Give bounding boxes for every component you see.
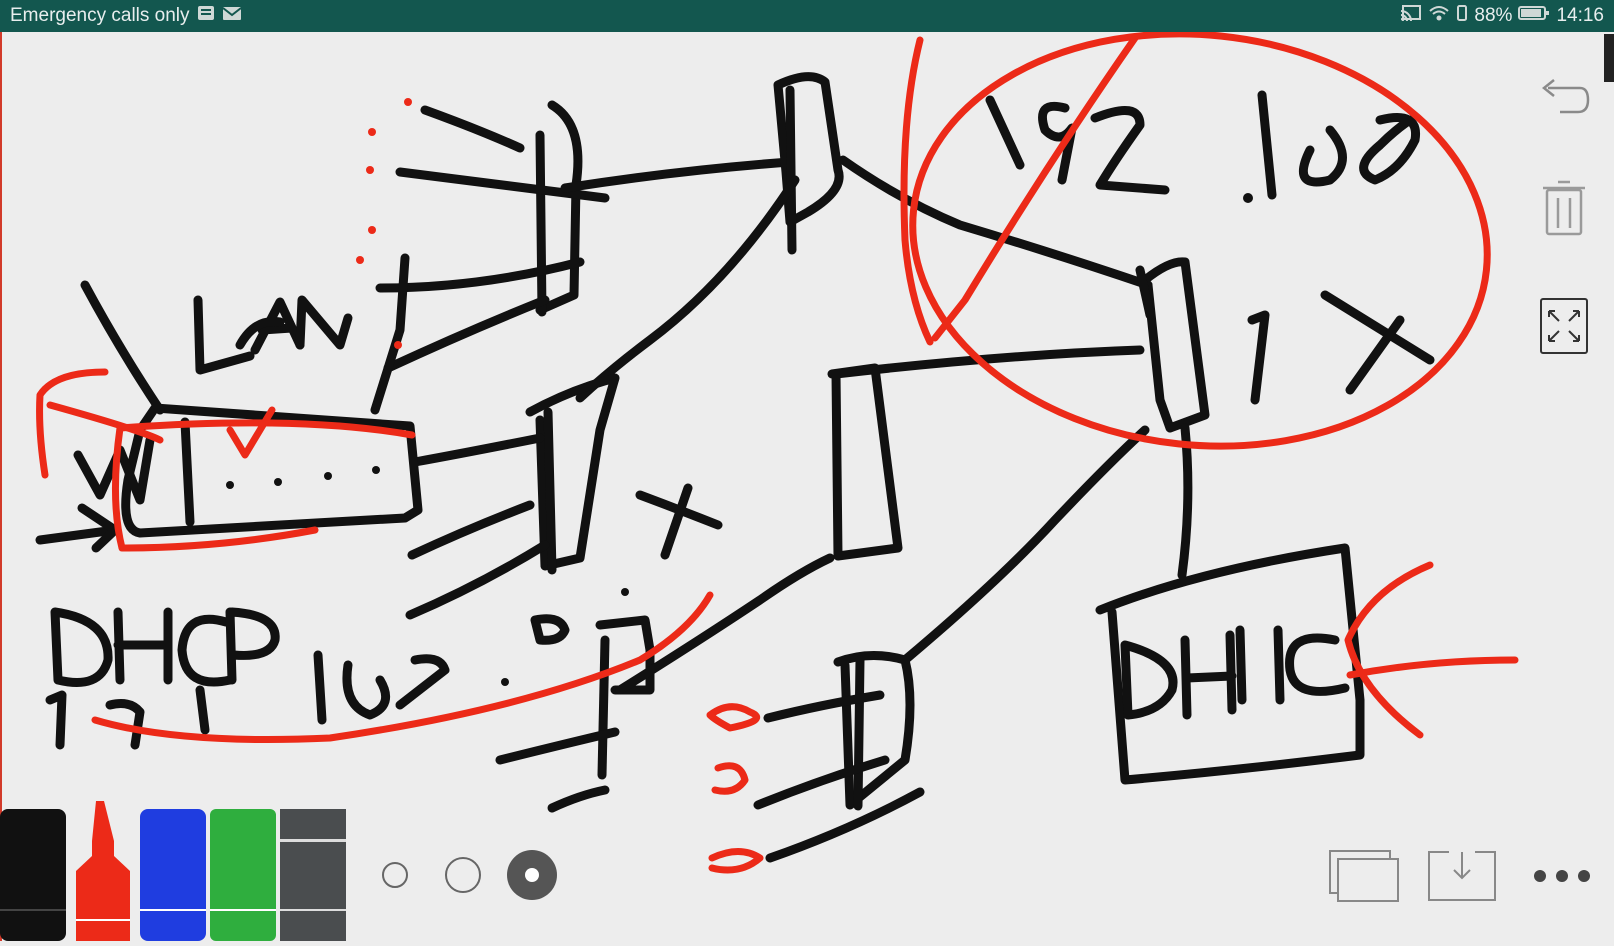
status-bar-right: 88% 14:16 [1400, 4, 1604, 28]
stroke-size-medium[interactable] [445, 857, 481, 893]
whiteboard-drawing [35, 32, 1519, 874]
vibrate-icon [1456, 4, 1468, 28]
delete-button[interactable] [1536, 180, 1592, 238]
wifi-icon [1428, 4, 1450, 28]
sim-icon [196, 4, 216, 28]
carrier-text: Emergency calls only [10, 5, 190, 26]
canvas-left-edge [0, 32, 2, 941]
fullscreen-icon [1539, 297, 1589, 360]
battery-level: 88% [1474, 5, 1513, 26]
cast-icon [1400, 4, 1422, 28]
blue-marker[interactable] [140, 809, 208, 941]
undo-icon [1538, 76, 1590, 125]
green-marker[interactable] [210, 809, 278, 941]
clock-time: 14:16 [1556, 5, 1604, 26]
status-bar-left: Emergency calls only [10, 4, 242, 28]
selected-indicator [525, 868, 539, 882]
more-icon [1532, 868, 1592, 889]
fullscreen-button[interactable] [1536, 297, 1592, 356]
whiteboard-canvas[interactable] [0, 32, 1614, 941]
red-ink-strokes [36, 32, 1519, 874]
more-button[interactable] [1530, 846, 1594, 910]
scrollbar[interactable] [1604, 34, 1614, 82]
stroke-size-small[interactable] [382, 862, 408, 888]
save-button[interactable] [1426, 846, 1498, 910]
status-bar: Emergency calls only 88% 14:16 [0, 0, 1614, 32]
multi-window-button[interactable] [1326, 846, 1402, 910]
black-marker[interactable] [0, 809, 68, 941]
undo-button[interactable] [1536, 72, 1592, 128]
stroke-size-large[interactable] [507, 850, 557, 900]
multi-window-icon [1328, 849, 1400, 908]
red-marker[interactable] [70, 801, 138, 941]
download-icon [1427, 850, 1497, 907]
battery-icon [1518, 4, 1550, 28]
mail-icon [221, 4, 242, 28]
trash-icon [1542, 178, 1586, 243]
eraser[interactable] [280, 809, 348, 941]
